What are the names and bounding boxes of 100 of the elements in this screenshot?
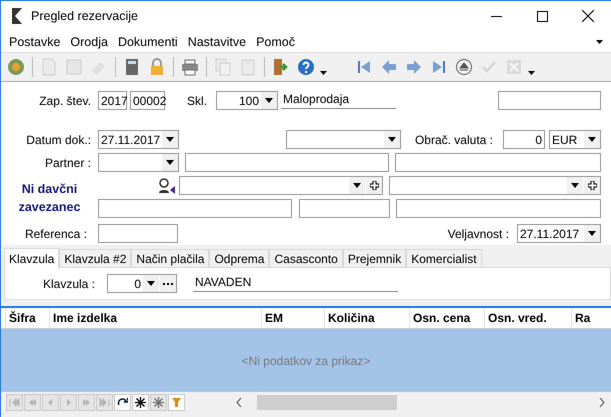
combo-field[interactable] — [286, 130, 401, 149]
toolbar-button[interactable] — [453, 56, 475, 78]
first-icon — [355, 58, 373, 76]
input-field[interactable] — [396, 199, 601, 218]
column-header[interactable]: Osn. vred. — [484, 308, 571, 328]
refresh-icon — [117, 396, 128, 408]
next-page-icon — [81, 396, 92, 408]
caret-icon — [528, 71, 535, 75]
caret-icon — [320, 71, 327, 75]
column-header[interactable]: Šifra — [5, 308, 49, 328]
close-icon — [582, 10, 594, 22]
input-field[interactable] — [395, 153, 601, 172]
asterisk-icon — [135, 396, 146, 408]
browse-button[interactable] — [160, 275, 176, 292]
column-header[interactable]: EM — [261, 308, 324, 328]
number-field[interactable]: 00002 — [130, 91, 165, 110]
field-label: Datum dok.: — [25, 132, 91, 146]
input-field[interactable] — [185, 153, 389, 172]
dropdown-button[interactable] — [349, 177, 365, 194]
app-logo-icon — [9, 7, 25, 25]
warehouse-combo[interactable]: 100 — [216, 91, 278, 110]
dropdown-button[interactable] — [584, 225, 600, 242]
menu-item[interactable]: Dokumenti — [112, 34, 183, 48]
tab[interactable]: Prejemnik — [342, 249, 406, 267]
clause-name: NAVADEN — [193, 275, 398, 292]
caret-icon — [265, 98, 274, 103]
tab[interactable]: Klavzula #2 — [59, 249, 132, 267]
navigator-button[interactable] — [114, 394, 131, 410]
input-field[interactable] — [299, 199, 390, 218]
plus-icon — [588, 181, 596, 190]
previous-page-icon — [27, 396, 38, 408]
column-header[interactable]: Ra — [571, 308, 611, 328]
field-label: Skl. — [187, 94, 208, 108]
dropdown-button[interactable] — [143, 275, 159, 292]
dropdown-button[interactable] — [384, 131, 400, 148]
dropdown-button[interactable] — [162, 154, 178, 171]
clause-combo[interactable]: 0 — [107, 274, 177, 293]
tab[interactable]: Klavzula — [4, 248, 60, 268]
asterisk-icon — [153, 396, 164, 408]
currency-combo[interactable]: EUR — [549, 130, 601, 149]
field-label: Referenca : — [24, 226, 87, 240]
toolbar-button[interactable] — [295, 56, 317, 78]
field-label: Veljavnost : — [448, 226, 509, 240]
column-header[interactable]: Ime izdelka — [49, 308, 261, 328]
dropdown-button[interactable] — [162, 131, 178, 148]
forward-arrow-icon — [405, 58, 423, 76]
maximize-icon — [536, 10, 548, 22]
help-icon — [297, 58, 315, 76]
reference-field[interactable] — [98, 224, 178, 243]
rate-field[interactable]: 0 — [503, 130, 545, 149]
save-icon — [65, 58, 83, 76]
field-label: Partner : — [44, 156, 91, 170]
combo-field[interactable] — [179, 176, 383, 195]
field-label: Klavzula : — [42, 276, 95, 290]
tab[interactable]: Način plačila — [131, 249, 210, 267]
filter-icon — [171, 396, 182, 408]
combo-field[interactable] — [389, 176, 601, 195]
menu-item[interactable]: Orodja — [65, 34, 113, 48]
chevron-left-icon[interactable] — [236, 398, 242, 406]
lock-icon — [148, 58, 166, 76]
date-combo[interactable]: 27.11.2017 — [517, 224, 601, 243]
navigator-button[interactable] — [132, 394, 149, 410]
new-document-icon — [40, 58, 58, 76]
menu-item[interactable]: Pomoč — [251, 34, 300, 48]
copy-icon — [214, 58, 232, 76]
dropdown-button[interactable] — [261, 92, 278, 109]
date-combo[interactable]: 27.11.2017 — [98, 130, 179, 149]
tab[interactable]: Casasconto — [269, 249, 343, 267]
plus-icon — [370, 181, 378, 190]
toolbar-button[interactable] — [5, 56, 27, 78]
dropdown-button[interactable] — [584, 131, 600, 148]
person-arrow-icon — [158, 178, 176, 194]
back-arrow-icon — [380, 58, 398, 76]
add-button[interactable] — [584, 177, 600, 194]
caret-icon — [388, 137, 396, 142]
exit-icon — [272, 58, 290, 76]
add-button[interactable] — [366, 177, 382, 194]
year-field[interactable]: 2017 — [98, 91, 127, 110]
field-label: Zap. štev. — [38, 94, 91, 108]
last-icon — [430, 58, 448, 76]
column-header[interactable]: Osn. cena — [409, 308, 484, 328]
caret-icon — [571, 183, 579, 188]
column-header[interactable]: Količina — [324, 308, 409, 328]
print-icon — [181, 58, 199, 76]
input-field[interactable] — [98, 199, 292, 218]
menu-item[interactable]: Postavke — [4, 34, 66, 48]
menu-item[interactable]: Nastavitve — [182, 34, 252, 48]
paste-icon — [239, 58, 257, 76]
dropdown-button[interactable] — [567, 177, 583, 194]
tab[interactable]: Odprema — [209, 249, 270, 267]
first-icon — [9, 396, 20, 408]
caret-icon — [166, 160, 174, 165]
field-label: Obrač. valuta : — [414, 132, 493, 146]
tab[interactable]: Komercialist — [406, 249, 482, 267]
input-field[interactable] — [498, 91, 601, 110]
chevron-right-icon[interactable] — [599, 398, 605, 406]
caret-icon — [166, 137, 174, 142]
caret-icon — [588, 231, 596, 236]
empty-message: <Ni podatkov za prikaz> — [242, 354, 370, 368]
calculator-icon — [123, 58, 141, 76]
